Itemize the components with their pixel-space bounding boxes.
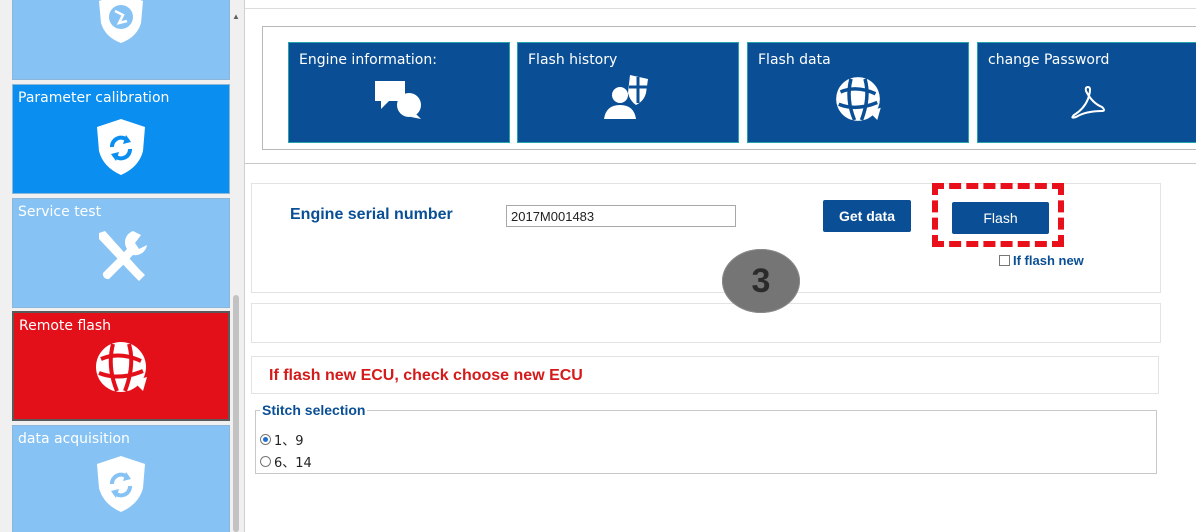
engine-serial-number-input[interactable] — [506, 205, 736, 227]
sidebar-scrollbar[interactable]: ▲ — [231, 10, 241, 532]
change-password-label: change Password — [988, 52, 1110, 68]
flash-history-label: Flash history — [528, 52, 618, 68]
stitch-option-1-9[interactable]: 1、9 — [260, 430, 304, 449]
app-window: Parameter calibration Service test Remot… — [0, 0, 1196, 532]
sidebar-item-label: data acquisition — [18, 431, 130, 447]
scrollbar-thumb[interactable] — [233, 295, 239, 532]
flash-data-label: Flash data — [758, 52, 831, 68]
engine-information-button[interactable]: Engine information: — [288, 42, 510, 143]
serial-panel — [251, 183, 1161, 293]
stitch-option-6-14[interactable]: 6、14 — [260, 452, 312, 471]
get-data-button[interactable]: Get data — [823, 200, 911, 232]
new-ecu-instruction: If flash new ECU, check choose new ECU — [269, 367, 583, 384]
stitch-selection-legend: Stitch selection — [260, 402, 368, 418]
engine-serial-number-label: Engine serial number — [290, 206, 453, 223]
if-flash-new-label: If flash new — [1013, 253, 1084, 268]
flash-history-button[interactable]: Flash history — [517, 42, 739, 143]
sidebar: Parameter calibration Service test Remot… — [0, 0, 245, 532]
engine-information-label: Engine information: — [299, 52, 437, 68]
globe-icon — [836, 77, 881, 121]
top-divider — [245, 8, 1196, 9]
radio-selected-icon[interactable] — [260, 434, 271, 445]
user-shield-icon — [604, 75, 648, 119]
tools-icon — [99, 231, 147, 281]
flash-data-button[interactable]: Flash data — [747, 42, 969, 143]
globe-icon — [96, 342, 147, 392]
change-password-button[interactable]: change Password — [977, 42, 1196, 143]
status-panel — [251, 303, 1161, 343]
acrobat-icon — [1071, 85, 1105, 119]
section-divider — [245, 163, 1196, 164]
sidebar-item-label: Parameter calibration — [18, 90, 170, 106]
refresh-shield-icon — [97, 456, 145, 512]
sidebar-item-parameter-calibration[interactable]: Parameter calibration — [12, 84, 230, 194]
radio-unselected-icon[interactable] — [260, 456, 271, 467]
sidebar-item-label: Service test — [18, 204, 102, 220]
flash-button[interactable]: Flash — [952, 202, 1049, 234]
stitch-option-label: 1、9 — [274, 434, 304, 449]
refresh-shield-icon — [97, 119, 145, 175]
checkbox-icon[interactable] — [999, 255, 1010, 266]
sidebar-item-label: Remote flash — [19, 318, 112, 334]
sidebar-item-remote-flash[interactable]: Remote flash — [12, 311, 230, 421]
stitch-option-label: 6、14 — [274, 456, 312, 471]
step-number-badge: 3 — [722, 249, 800, 313]
if-flash-new-checkbox[interactable]: If flash new — [999, 253, 1084, 268]
sidebar-item-top[interactable] — [12, 0, 230, 80]
stitch-selection-group — [255, 410, 1157, 474]
globe-shield-icon — [99, 0, 143, 43]
chat-bubbles-icon — [375, 81, 421, 119]
sidebar-item-data-acquisition[interactable]: data acquisition — [12, 425, 230, 532]
scroll-up-arrow-icon[interactable]: ▲ — [231, 10, 241, 24]
sidebar-item-service-test[interactable]: Service test — [12, 198, 230, 308]
